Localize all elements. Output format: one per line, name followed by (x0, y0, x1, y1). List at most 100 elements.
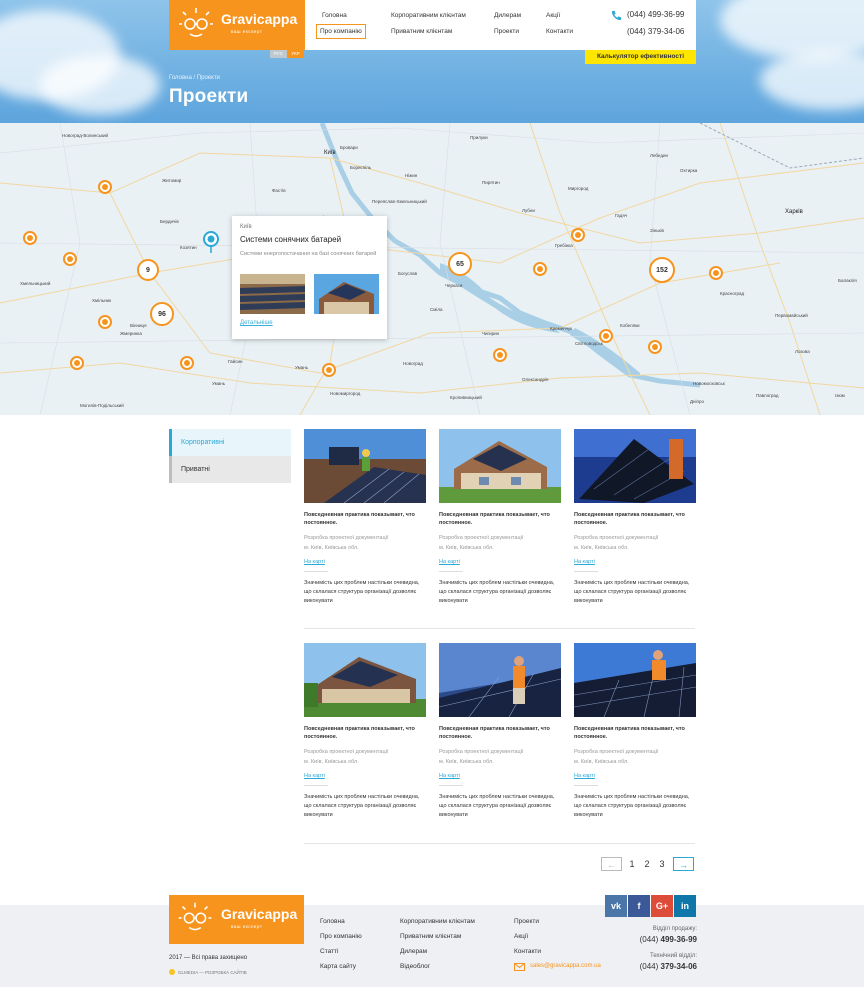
map-cluster[interactable]: 152 (649, 257, 675, 283)
nav-corporate[interactable]: Корпоративним клієнтам (391, 12, 466, 19)
map-marker[interactable] (98, 315, 112, 329)
map-label: Бердичів (160, 219, 179, 224)
map-marker[interactable] (322, 363, 336, 377)
page-2[interactable]: 2 (642, 857, 652, 871)
footer-link[interactable]: Контакти (514, 948, 541, 955)
map-pin-active-icon[interactable] (203, 231, 219, 253)
lang-ua[interactable]: УКР (287, 50, 304, 58)
tab-corporate[interactable]: Корпоративні (169, 429, 291, 456)
next-page-button[interactable]: → (673, 857, 694, 871)
project-title[interactable]: Повседневная практика показывает, что по… (304, 511, 426, 527)
breadcrumb[interactable]: Головна / Проекти (169, 75, 220, 81)
project-photo[interactable] (304, 643, 426, 717)
map-cluster[interactable]: 65 (448, 252, 472, 276)
facebook-icon[interactable]: f (628, 895, 650, 917)
nav-promotions[interactable]: Акції (546, 12, 560, 19)
project-card[interactable]: Повседневная практика показывает, что по… (304, 643, 426, 820)
map-marker[interactable] (709, 266, 723, 280)
map-marker[interactable] (98, 180, 112, 194)
project-photo[interactable] (574, 643, 696, 717)
footer-link[interactable]: Проекти (514, 918, 539, 925)
popup-photo[interactable] (240, 274, 305, 314)
phone-secondary[interactable]: (044) 379-34-06 (627, 27, 684, 36)
footer-link[interactable]: Статті (320, 948, 338, 955)
project-card[interactable]: Повседневная практика показывает, что по… (574, 429, 696, 606)
show-on-map-link[interactable]: На карті (574, 559, 696, 565)
map-marker[interactable] (63, 252, 77, 266)
developer-credit[interactable]: GLMEDIA — РОЗРОБКА САЙТІВ (169, 969, 247, 975)
sales-phone[interactable]: (044) 499-36-99 (640, 935, 697, 944)
project-card[interactable]: Повседневная практика показывает, что по… (304, 429, 426, 606)
project-location: м. Київ, Київська обл. (304, 545, 359, 551)
nav-dealers[interactable]: Дилерам (494, 12, 521, 19)
map-label: Гайсин (228, 359, 243, 364)
footer-link[interactable]: Корпоративним клієнтам (400, 918, 475, 925)
lang-ru[interactable]: РУС (270, 50, 287, 58)
projects-map[interactable]: Новоград-Волинський Київ Житомир Бердичі… (0, 123, 864, 415)
footer-link[interactable]: Дилерам (400, 948, 427, 955)
map-marker[interactable] (599, 329, 613, 343)
email-link[interactable]: sales@gravicappa.com.ua (530, 963, 601, 969)
footer-link[interactable]: Карта сайту (320, 963, 356, 970)
map-marker[interactable] (493, 348, 507, 362)
popup-photo[interactable] (314, 274, 379, 314)
popup-more-link[interactable]: Детальніше (240, 320, 273, 326)
nav-about[interactable]: Про компанію (316, 24, 366, 39)
map-cluster[interactable]: 9 (137, 259, 159, 281)
nav-home[interactable]: Головна (322, 12, 347, 19)
tech-phone[interactable]: (044) 379-34-06 (640, 962, 697, 971)
logo[interactable]: Gravicappa ваш експерт (169, 0, 305, 50)
sales-phone-code: (044) (639, 935, 659, 944)
linkedin-icon[interactable]: in (674, 895, 696, 917)
project-title[interactable]: Повседневная практика показывает, что по… (574, 511, 696, 527)
show-on-map-link[interactable]: На карті (439, 773, 561, 779)
show-on-map-link[interactable]: На карті (304, 773, 426, 779)
show-on-map-link[interactable]: На карті (304, 559, 426, 565)
footer-link[interactable]: Головна (320, 918, 345, 925)
project-title[interactable]: Повседневная практика показывает, что по… (439, 511, 561, 527)
page-1[interactable]: 1 (627, 857, 637, 871)
footer-link[interactable]: Відеоблог (400, 963, 430, 970)
calculator-button[interactable]: Калькулятор ефективності (585, 50, 696, 64)
project-title[interactable]: Повседневная практика показывает, что по… (574, 725, 696, 741)
map-label: Козятин (180, 245, 197, 250)
footer-link[interactable]: Акції (514, 933, 528, 940)
map-marker[interactable] (571, 228, 585, 242)
footer-link[interactable]: Приватним клієнтам (400, 933, 461, 940)
map-label: Гребінка (555, 243, 573, 248)
map-marker[interactable] (180, 356, 194, 370)
map-marker[interactable] (533, 262, 547, 276)
nav-private[interactable]: Приватним клієнтам (391, 28, 452, 35)
footer-logo[interactable]: Gravicappa ваш експерт (169, 895, 304, 944)
project-title[interactable]: Повседневная практика показывает, что по… (304, 725, 426, 741)
project-card[interactable]: Повседневная практика показывает, что по… (574, 643, 696, 820)
project-photo[interactable] (574, 429, 696, 503)
prev-page-button[interactable]: ← (601, 857, 622, 871)
tab-private[interactable]: Приватні (169, 456, 291, 483)
project-photo[interactable] (304, 429, 426, 503)
vk-icon[interactable]: vk (605, 895, 627, 917)
nav-projects[interactable]: Проекти (494, 28, 519, 35)
tech-phone-number: 379-34-06 (660, 962, 697, 971)
map-label: Фастів (272, 188, 286, 193)
show-on-map-link[interactable]: На карті (574, 773, 696, 779)
project-card[interactable]: Повседневная практика показывает, что по… (439, 429, 561, 606)
map-label: Могилів-Подільський (80, 403, 124, 408)
phone-primary[interactable]: (044) 499-36-99 (627, 10, 684, 19)
map-label: Олександрія (522, 377, 549, 382)
nav-contacts[interactable]: Контакти (546, 28, 573, 35)
project-photo[interactable] (439, 643, 561, 717)
map-label: Бориспіль (350, 165, 372, 170)
show-on-map-link[interactable]: На карті (439, 559, 561, 565)
project-title[interactable]: Повседневная практика показывает, что по… (439, 725, 561, 741)
footer-link[interactable]: Про компанію (320, 933, 362, 940)
map-marker[interactable] (70, 356, 84, 370)
map-marker[interactable] (648, 340, 662, 354)
map-marker[interactable] (23, 231, 37, 245)
page-3[interactable]: 3 (657, 857, 667, 871)
map-cluster[interactable]: 96 (150, 302, 174, 326)
project-photo[interactable] (439, 429, 561, 503)
map-label: Чигирин (482, 331, 500, 336)
project-card[interactable]: Повседневная практика показывает, что по… (439, 643, 561, 820)
google-plus-icon[interactable]: G+ (651, 895, 673, 917)
